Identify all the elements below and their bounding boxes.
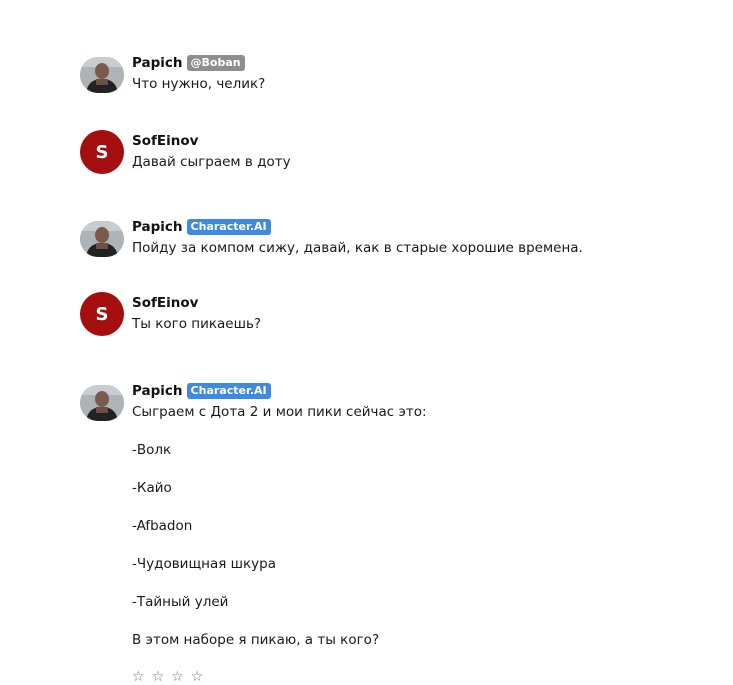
message-text: Ты кого пикаешь? bbox=[132, 316, 262, 332]
message-line: -Волк bbox=[132, 442, 172, 458]
chat-log: Papich @Boban Что нужно, челик? S SofEin… bbox=[80, 0, 720, 684]
message-line: Сыграем с Дота 2 и мои пики сейчас это: bbox=[132, 404, 427, 420]
author-name[interactable]: Papich bbox=[132, 219, 183, 235]
message-line: -Afbadon bbox=[132, 518, 193, 534]
author-name[interactable]: Papich bbox=[132, 383, 183, 399]
message-content: Papich Character.AI Пойду за компом сижу… bbox=[132, 218, 712, 257]
star-icon[interactable]: ☆ bbox=[171, 670, 184, 684]
message-text: Что нужно, челик? bbox=[132, 76, 266, 92]
message-header: Papich Character.AI bbox=[132, 382, 712, 400]
author-badge: Character.AI bbox=[186, 219, 271, 235]
author-badge: Character.AI bbox=[186, 383, 271, 399]
avatar[interactable] bbox=[80, 57, 124, 93]
message-line: -Кайо bbox=[132, 480, 172, 496]
message-body: Сыграем с Дота 2 и мои пики сейчас это: … bbox=[132, 403, 712, 663]
avatar[interactable] bbox=[80, 385, 124, 421]
message-line: -Чудовищная шкура bbox=[132, 556, 277, 572]
author-name[interactable]: SofEinov bbox=[132, 133, 198, 149]
message-text: Пойду за компом сижу, давай, как в стары… bbox=[132, 240, 583, 256]
author-badge: @Boban bbox=[186, 55, 245, 71]
avatar[interactable] bbox=[80, 221, 124, 257]
avatar-photo-icon bbox=[80, 385, 124, 421]
avatar-photo-icon bbox=[80, 57, 124, 93]
avatar[interactable]: S bbox=[80, 130, 124, 174]
message-header: SofEinov bbox=[132, 294, 712, 312]
message-header: Papich @Boban bbox=[132, 54, 712, 72]
message-line: -Тайный улей bbox=[132, 594, 229, 610]
message-content: Papich @Boban Что нужно, челик? bbox=[132, 54, 712, 93]
author-name[interactable]: Papich bbox=[132, 55, 183, 71]
star-icon[interactable]: ☆ bbox=[191, 670, 204, 684]
star-icon[interactable]: ☆ bbox=[152, 670, 165, 684]
message-header: SofEinov bbox=[132, 132, 712, 150]
message-header: Papich Character.AI bbox=[132, 218, 712, 236]
avatar-letter: S bbox=[95, 141, 109, 163]
message-line: В этом наборе я пикаю, а ты кого? bbox=[132, 632, 380, 648]
star-icon[interactable]: ☆ bbox=[132, 670, 145, 684]
message-content: Papich Character.AI Сыграем с Дота 2 и м… bbox=[132, 382, 712, 663]
avatar-photo-icon bbox=[80, 221, 124, 257]
message-content: SofEinov Ты кого пикаешь? bbox=[132, 294, 712, 333]
author-name[interactable]: SofEinov bbox=[132, 295, 198, 311]
rating-stars: ☆ ☆ ☆ ☆ bbox=[132, 670, 203, 684]
message-text: Давай сыграем в доту bbox=[132, 154, 291, 170]
avatar[interactable]: S bbox=[80, 292, 124, 336]
message-content: SofEinov Давай сыграем в доту bbox=[132, 132, 712, 171]
avatar-letter: S bbox=[95, 303, 109, 325]
